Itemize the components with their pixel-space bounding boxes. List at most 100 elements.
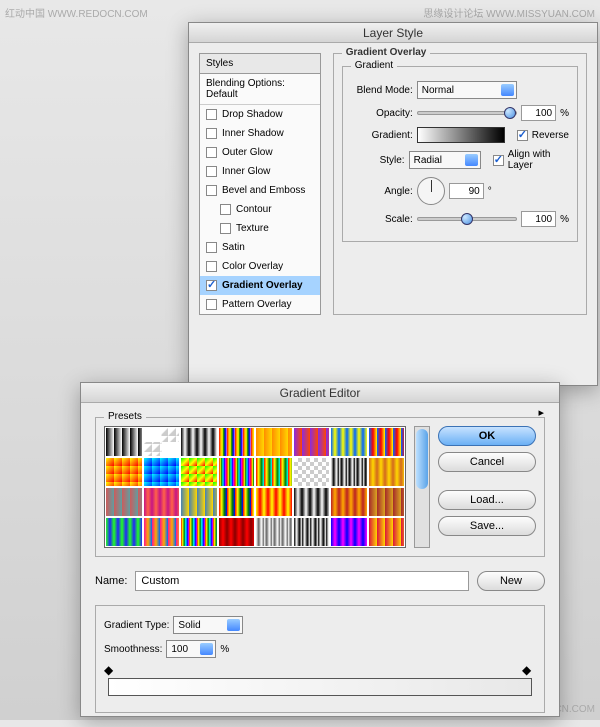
gradient-bar[interactable] xyxy=(108,678,532,696)
load-button[interactable]: Load... xyxy=(438,490,536,510)
pct3: % xyxy=(220,644,229,655)
pct: % xyxy=(560,108,569,119)
style-item-label: Bevel and Emboss xyxy=(222,185,305,196)
style-checkbox[interactable] xyxy=(206,128,217,139)
opacity-input[interactable] xyxy=(521,105,556,121)
style-select[interactable]: Radial xyxy=(409,151,482,169)
gradient-swatch[interactable] xyxy=(417,127,505,143)
style-item-texture[interactable]: Texture xyxy=(200,219,320,238)
ok-button[interactable]: OK xyxy=(438,426,536,446)
style-item-outer-glow[interactable]: Outer Glow xyxy=(200,143,320,162)
scale-label: Scale: xyxy=(351,214,413,225)
opacity-stop-left[interactable] xyxy=(106,666,116,676)
style-checkbox[interactable] xyxy=(220,223,231,234)
save-button[interactable]: Save... xyxy=(438,516,536,536)
preset-swatch[interactable] xyxy=(330,427,368,457)
opacity-stop-right[interactable] xyxy=(524,666,534,676)
preset-swatch[interactable] xyxy=(218,457,256,487)
preset-swatch[interactable] xyxy=(105,517,143,547)
preset-swatch[interactable] xyxy=(105,487,143,517)
style-checkbox[interactable] xyxy=(206,147,217,158)
preset-swatch[interactable] xyxy=(143,427,181,457)
gradient-type-label: Gradient Type: xyxy=(104,620,169,631)
cancel-button[interactable]: Cancel xyxy=(438,452,536,472)
gradient-type-group: Gradient Type: Solid Smoothness: 100 % xyxy=(95,605,545,713)
align-checkbox[interactable] xyxy=(493,155,504,166)
style-item-contour[interactable]: Contour xyxy=(200,200,320,219)
style-checkbox[interactable] xyxy=(206,109,217,120)
preset-swatch[interactable] xyxy=(330,487,368,517)
style-item-drop-shadow[interactable]: Drop Shadow xyxy=(200,105,320,124)
preset-grid[interactable] xyxy=(104,426,406,548)
style-checkbox[interactable] xyxy=(206,261,217,272)
style-item-bevel-and-emboss[interactable]: Bevel and Emboss xyxy=(200,181,320,200)
presets-menu-icon[interactable]: ▸ xyxy=(538,406,544,419)
presets-group: Presets ▸ OK Cancel Load... Save... xyxy=(95,417,545,557)
style-item-label: Color Overlay xyxy=(222,261,283,272)
preset-swatch[interactable] xyxy=(218,517,256,547)
preset-swatch[interactable] xyxy=(293,487,331,517)
preset-swatch[interactable] xyxy=(105,457,143,487)
style-item-label: Drop Shadow xyxy=(222,109,283,120)
preset-swatch[interactable] xyxy=(255,517,293,547)
blending-options-header[interactable]: Blending Options: Default xyxy=(200,74,320,105)
preset-swatch[interactable] xyxy=(255,457,293,487)
angle-input[interactable] xyxy=(449,183,484,199)
presets-scrollbar[interactable] xyxy=(414,426,430,548)
gradient-editor-title: Gradient Editor xyxy=(81,383,559,403)
style-item-color-overlay[interactable]: Color Overlay xyxy=(200,257,320,276)
angle-dial[interactable] xyxy=(417,177,445,205)
preset-swatch[interactable] xyxy=(368,487,406,517)
preset-swatch[interactable] xyxy=(143,487,181,517)
scale-input[interactable] xyxy=(521,211,556,227)
preset-swatch[interactable] xyxy=(143,457,181,487)
preset-swatch[interactable] xyxy=(218,487,256,517)
preset-swatch[interactable] xyxy=(293,517,331,547)
blend-mode-select[interactable]: Normal xyxy=(417,81,517,99)
style-checkbox[interactable] xyxy=(206,185,217,196)
gradient-label: Gradient: xyxy=(351,130,413,141)
preset-swatch[interactable] xyxy=(330,457,368,487)
style-item-label: Texture xyxy=(236,223,269,234)
opacity-slider[interactable] xyxy=(417,111,517,115)
styles-header[interactable]: Styles xyxy=(199,53,321,73)
preset-swatch[interactable] xyxy=(293,427,331,457)
preset-swatch[interactable] xyxy=(368,517,406,547)
preset-swatch[interactable] xyxy=(105,427,143,457)
preset-swatch[interactable] xyxy=(368,457,406,487)
scale-slider[interactable] xyxy=(417,217,517,221)
preset-swatch[interactable] xyxy=(255,427,293,457)
reverse-label: Reverse xyxy=(532,130,569,141)
style-checkbox[interactable] xyxy=(206,166,217,177)
style-checkbox[interactable] xyxy=(206,242,217,253)
preset-swatch[interactable] xyxy=(180,427,218,457)
reverse-checkbox[interactable] xyxy=(517,130,528,141)
layer-style-title: Layer Style xyxy=(189,23,597,43)
preset-swatch[interactable] xyxy=(330,517,368,547)
style-checkbox[interactable] xyxy=(220,204,231,215)
style-checkbox[interactable] xyxy=(206,299,217,310)
preset-swatch[interactable] xyxy=(180,517,218,547)
preset-swatch[interactable] xyxy=(255,487,293,517)
new-button[interactable]: New xyxy=(477,571,545,591)
pct2: % xyxy=(560,214,569,225)
preset-swatch[interactable] xyxy=(180,487,218,517)
style-item-label: Satin xyxy=(222,242,245,253)
gradient-overlay-panel: Gradient Overlay Gradient Blend Mode: No… xyxy=(333,53,587,315)
preset-swatch[interactable] xyxy=(180,457,218,487)
style-item-gradient-overlay[interactable]: Gradient Overlay xyxy=(200,276,320,295)
preset-swatch[interactable] xyxy=(368,427,406,457)
angle-label: Angle: xyxy=(351,186,413,197)
name-input[interactable] xyxy=(135,571,469,591)
preset-swatch[interactable] xyxy=(218,427,256,457)
style-item-pattern-overlay[interactable]: Pattern Overlay xyxy=(200,295,320,314)
style-checkbox[interactable] xyxy=(206,280,217,291)
gradient-type-select[interactable]: Solid xyxy=(173,616,243,634)
smoothness-input[interactable]: 100 xyxy=(166,640,216,658)
degree: ° xyxy=(488,186,492,197)
style-item-inner-glow[interactable]: Inner Glow xyxy=(200,162,320,181)
preset-swatch[interactable] xyxy=(143,517,181,547)
style-item-satin[interactable]: Satin xyxy=(200,238,320,257)
preset-swatch[interactable] xyxy=(293,457,331,487)
style-item-inner-shadow[interactable]: Inner Shadow xyxy=(200,124,320,143)
